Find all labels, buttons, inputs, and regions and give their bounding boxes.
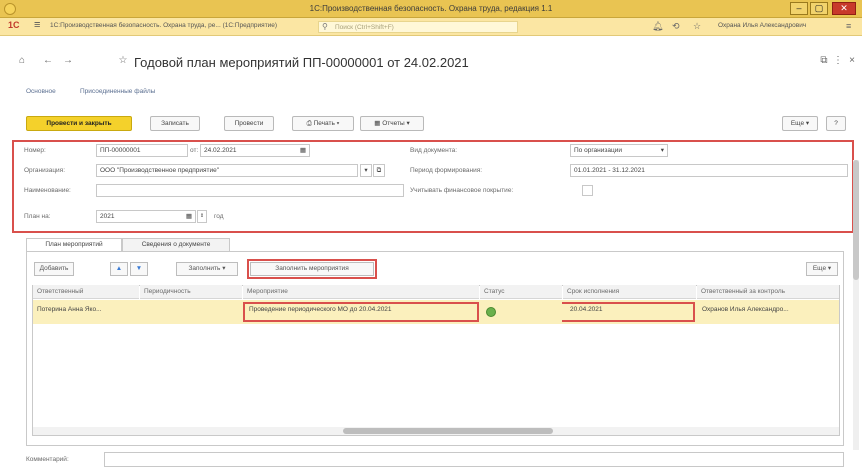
column-header[interactable]: Периодичность	[140, 285, 242, 299]
org-field[interactable]: ООО "Производственное предприятие"	[96, 164, 358, 177]
link-main[interactable]: Основное	[26, 88, 56, 95]
reports-button[interactable]: ▦ Отчеты ▾	[360, 116, 424, 131]
search-placeholder: Поиск (Ctrl+Shift+F)	[335, 24, 394, 31]
more-button[interactable]: Еще ▾	[782, 116, 818, 131]
doctype-label: Вид документа:	[410, 147, 458, 154]
menu-icon[interactable]: ≡	[34, 19, 40, 31]
name-label: Наименование:	[24, 187, 71, 194]
print-label: Печать	[313, 120, 335, 127]
tab-events-plan[interactable]: План мероприятий	[26, 238, 122, 252]
year-suffix: год	[214, 213, 224, 220]
date-field[interactable]: 24.02.2021 ▦	[200, 144, 310, 157]
org-label: Организация:	[24, 167, 66, 174]
close-form-icon[interactable]: ×	[844, 54, 860, 68]
settings-menu-icon[interactable]: ≡	[846, 21, 851, 31]
link-attached-files[interactable]: Присоединенные файлы	[80, 88, 155, 95]
scroll-thumb[interactable]	[343, 428, 553, 434]
forward-icon[interactable]: →	[60, 54, 76, 68]
more-label: Еще	[790, 120, 805, 127]
print-button[interactable]: ⎙ Печать ▾	[292, 116, 354, 131]
doctype-select[interactable]: По организации ▾	[570, 144, 668, 157]
number-field[interactable]: ПП-00000001	[96, 144, 188, 157]
fill-button[interactable]: Заполнить ▾	[176, 262, 238, 276]
date-value: 24.02.2021	[204, 147, 237, 154]
period-label: Период формирования:	[410, 167, 483, 174]
window-title-bar: 1С:Производственная безопасность. Охрана…	[0, 0, 862, 18]
status-green-icon[interactable]	[486, 307, 496, 317]
table-more-button[interactable]: Еще ▾	[806, 262, 838, 276]
cell-controller[interactable]: Охранов Илья Александро...	[702, 306, 836, 313]
column-header[interactable]: Ответственный	[33, 285, 139, 299]
tab-document-info[interactable]: Сведения о документе	[122, 238, 230, 252]
close-icon[interactable]: ✕	[832, 2, 856, 15]
vertical-scrollbar[interactable]	[853, 160, 859, 450]
horizontal-scrollbar[interactable]	[33, 427, 839, 435]
column-header[interactable]: Срок исполнения	[563, 285, 696, 299]
comment-label: Комментарий:	[26, 456, 69, 463]
comment-field[interactable]	[104, 452, 844, 467]
report-icon: ▦	[374, 120, 383, 127]
save-button[interactable]: Записать	[150, 116, 200, 131]
year-stepper[interactable]: ⇕	[197, 210, 207, 223]
main-toolbar: 1С ≡ 1С:Производственная безопасность. О…	[0, 18, 862, 36]
page-title: Годовой план мероприятий ПП-00000001 от …	[134, 55, 469, 70]
bell-icon[interactable]: 🔔︎	[652, 21, 663, 32]
search-input[interactable]: ⚲ Поиск (Ctrl+Shift+F)	[318, 21, 518, 33]
reports-label: Отчеты	[382, 120, 405, 127]
search-icon: ⚲	[322, 22, 328, 31]
financial-checkbox[interactable]	[582, 185, 593, 196]
table-more-label: Еще	[812, 265, 827, 272]
column-header[interactable]: Ответственный за контроль	[697, 285, 839, 299]
post-and-close-button[interactable]: Провести и закрыть	[26, 116, 132, 131]
scroll-thumb[interactable]	[853, 160, 859, 280]
user-name[interactable]: Охрана Илья Александрович	[718, 22, 806, 29]
move-down-icon[interactable]: ▼	[130, 262, 148, 276]
column-header[interactable]: Статус	[480, 285, 562, 299]
printer-icon: ⎙	[306, 120, 314, 127]
financial-label: Учитывать финансовое покрытие:	[410, 187, 514, 194]
maximize-icon[interactable]: ▢	[810, 2, 828, 15]
event-highlight	[243, 302, 479, 322]
due-highlight	[562, 302, 695, 322]
org-open-icon[interactable]: ⧉	[373, 164, 385, 177]
year-label: План на:	[24, 213, 51, 220]
doctype-value: По организации	[574, 147, 622, 154]
year-field[interactable]: 2021 ▦	[96, 210, 196, 223]
dropdown-icon[interactable]: ▾	[661, 145, 664, 156]
window-title: 1С:Производственная безопасность. Охрана…	[309, 4, 553, 13]
star-icon[interactable]: ☆	[693, 21, 701, 32]
back-icon[interactable]: ←	[40, 54, 56, 68]
move-up-icon[interactable]: ▲	[110, 262, 128, 276]
fill-events-button[interactable]: Заполнить мероприятия	[247, 259, 377, 279]
post-button[interactable]: Провести	[224, 116, 274, 131]
column-header[interactable]: Мероприятие	[243, 285, 479, 299]
org-dropdown-icon[interactable]: ▾	[360, 164, 372, 177]
number-label: Номер:	[24, 147, 46, 154]
app-logo: 1С	[8, 20, 20, 30]
history-icon[interactable]: ⟲	[672, 21, 680, 32]
help-button[interactable]: ?	[826, 116, 846, 131]
from-label: от:	[190, 147, 199, 154]
year-value: 2021	[100, 213, 115, 220]
name-field[interactable]	[96, 184, 404, 197]
calendar-icon[interactable]: ▦	[300, 145, 306, 156]
period-field[interactable]: 01.01.2021 - 31.12.2021	[570, 164, 848, 177]
calendar-icon[interactable]: ▦	[186, 211, 192, 222]
cell-responsible[interactable]: Потерина Анна Яко...	[37, 306, 137, 313]
breadcrumb[interactable]: 1С:Производственная безопасность. Охрана…	[50, 22, 277, 29]
minimize-icon[interactable]: –	[790, 2, 808, 15]
add-button[interactable]: Добавить	[34, 262, 74, 276]
home-icon[interactable]: ⌂	[14, 54, 30, 68]
fill-label: Заполнить	[188, 265, 221, 272]
favorite-star-icon[interactable]: ☆	[115, 54, 131, 68]
